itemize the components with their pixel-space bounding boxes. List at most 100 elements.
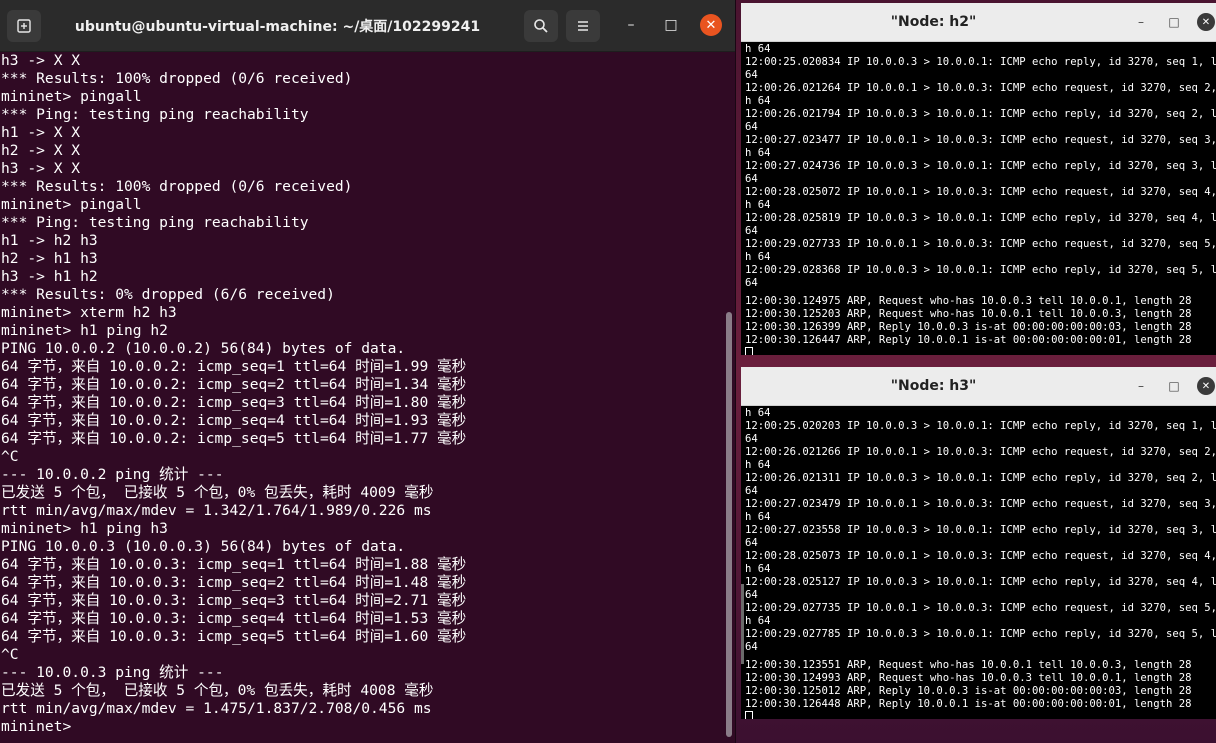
terminal-prompt-line: mininet> — [1, 718, 81, 735]
terminal-line: *** Results: 100% dropped (0/6 received) — [1, 70, 353, 87]
xterm-h3-output[interactable]: h 64 12:00:25.020203 IP 10.0.0.3 > 10.0.0… — [745, 407, 1216, 719]
terminal-line: *** Ping: testing ping reachability — [1, 106, 309, 123]
tcpdump-icmp-line: 64 — [745, 173, 758, 185]
terminal-line: 已发送 5 个包， 已接收 5 个包，0% 包丢失，耗时 4008 毫秒 — [1, 682, 434, 699]
tcpdump-icmp-line: 12:00:27.024736 IP 10.0.0.3 > 10.0.0.1: … — [745, 160, 1216, 172]
tcpdump-icmp-line: 64 — [745, 121, 758, 133]
menu-button[interactable] — [566, 10, 600, 42]
terminal-line: h1 -> h2 h3 — [1, 232, 98, 249]
terminal-titlebar[interactable]: ubuntu@ubuntu-virtual-machine: ~/桌面/1022… — [0, 0, 735, 52]
terminal-line: h3 -> h1 h2 — [1, 268, 98, 285]
terminal-line: h1 -> X X — [1, 124, 81, 141]
terminal-line: rtt min/avg/max/mdev = 1.475/1.837/2.708… — [1, 700, 432, 717]
gnome-terminal-window[interactable]: ubuntu@ubuntu-virtual-machine: ~/桌面/1022… — [0, 0, 736, 743]
tcpdump-arp-line: 12:00:30.124975 ARP, Request who-has 10.… — [745, 295, 1192, 307]
xterm-node-h2-window[interactable]: "Node: h2" – □ ✕ h 64 12:00:25.020834 IP … — [741, 3, 1216, 355]
xterm-h2-maximize-button[interactable]: □ — [1165, 13, 1183, 31]
xterm-h2-output[interactable]: h 64 12:00:25.020834 IP 10.0.0.3 > 10.0.0… — [745, 43, 1216, 355]
terminal-line: mininet> xterm h2 h3 — [1, 304, 177, 321]
tcpdump-arp-line: 12:00:30.124993 ARP, Request who-has 10.… — [745, 672, 1192, 684]
terminal-line: h3 -> X X — [1, 160, 81, 177]
terminal-line: 64 字节，来自 10.0.0.3: icmp_seq=4 ttl=64 时间=… — [1, 610, 467, 627]
tcpdump-icmp-line: h 64 — [745, 43, 771, 55]
tcpdump-icmp-line: 12:00:25.020203 IP 10.0.0.3 > 10.0.0.1: … — [745, 420, 1216, 432]
terminal-line: ^C — [1, 646, 19, 663]
tcpdump-arp-line: 12:00:30.126447 ARP, Reply 10.0.0.1 is-a… — [745, 334, 1192, 346]
terminal-output[interactable]: h3 -> X X *** Results: 100% dropped (0/6 … — [0, 52, 722, 743]
tcpdump-icmp-line: 64 — [745, 433, 758, 445]
tcpdump-icmp-line: 12:00:26.021264 IP 10.0.0.1 > 10.0.0.3: … — [745, 82, 1216, 94]
tcpdump-icmp-line: 12:00:28.025127 IP 10.0.0.3 > 10.0.0.1: … — [745, 576, 1216, 588]
xterm-h3-scrollbar[interactable] — [741, 584, 744, 664]
xterm-h3-minimize-button[interactable]: – — [1132, 377, 1150, 395]
xterm-h3-maximize-button[interactable]: □ — [1165, 377, 1183, 395]
terminal-line: --- 10.0.0.2 ping 统计 --- — [1, 466, 224, 483]
terminal-line: mininet> pingall — [1, 196, 142, 213]
close-button[interactable]: ✕ — [700, 14, 722, 36]
tcpdump-arp-line: 12:00:30.123551 ARP, Request who-has 10.… — [745, 659, 1192, 671]
tcpdump-icmp-line: h 64 — [745, 511, 771, 523]
tcpdump-icmp-line: 12:00:29.028368 IP 10.0.0.3 > 10.0.0.1: … — [745, 264, 1216, 276]
new-tab-icon — [17, 19, 31, 33]
terminal-line: 64 字节，来自 10.0.0.2: icmp_seq=4 ttl=64 时间=… — [1, 412, 467, 429]
xterm-cursor-line — [745, 711, 1216, 719]
terminal-scrollbar[interactable] — [726, 312, 732, 737]
tcpdump-icmp-line: 12:00:29.027735 IP 10.0.0.1 > 10.0.0.3: … — [745, 602, 1216, 614]
terminal-line: *** Ping: testing ping reachability — [1, 214, 309, 231]
terminal-line: mininet> h1 ping h3 — [1, 520, 168, 537]
terminal-line: *** Results: 0% dropped (6/6 received) — [1, 286, 335, 303]
tcpdump-icmp-line: h 64 — [745, 615, 771, 627]
terminal-line: h2 -> X X — [1, 142, 81, 159]
terminal-line: *** Results: 100% dropped (0/6 received) — [1, 178, 353, 195]
terminal-line: 64 字节，来自 10.0.0.2: icmp_seq=3 ttl=64 时间=… — [1, 394, 467, 411]
tcpdump-icmp-line: 12:00:28.025073 IP 10.0.0.1 > 10.0.0.3: … — [745, 550, 1216, 562]
terminal-line: PING 10.0.0.3 (10.0.0.3) 56(84) bytes of… — [1, 538, 406, 555]
tcpdump-arp-line: 12:00:30.126399 ARP, Reply 10.0.0.3 is-a… — [745, 321, 1192, 333]
tcpdump-icmp-line: 64 — [745, 589, 758, 601]
terminal-line: h3 -> X X — [1, 52, 81, 69]
tcpdump-icmp-line: 12:00:26.021311 IP 10.0.0.3 > 10.0.0.1: … — [745, 472, 1216, 484]
tcpdump-icmp-line: 12:00:25.020834 IP 10.0.0.3 > 10.0.0.1: … — [745, 56, 1216, 68]
terminal-line: 64 字节，来自 10.0.0.2: icmp_seq=5 ttl=64 时间=… — [1, 430, 467, 447]
terminal-line: mininet> pingall — [1, 88, 142, 105]
search-button[interactable] — [524, 10, 558, 42]
xterm-h2-titlebar[interactable]: "Node: h2" – □ ✕ — [741, 3, 1216, 42]
tcpdump-arp-line: 12:00:30.125012 ARP, Reply 10.0.0.3 is-a… — [745, 685, 1192, 697]
xterm-h3-titlebar[interactable]: "Node: h3" – □ ✕ — [741, 367, 1216, 406]
minimize-button[interactable]: – — [620, 14, 642, 36]
xterm-h3-title: "Node: h3" — [890, 378, 977, 394]
tcpdump-icmp-line: 64 — [745, 69, 758, 81]
terminal-line: 64 字节，来自 10.0.0.2: icmp_seq=1 ttl=64 时间=… — [1, 358, 467, 375]
terminal-line: 64 字节，来自 10.0.0.3: icmp_seq=3 ttl=64 时间=… — [1, 592, 467, 609]
tcpdump-icmp-line: 12:00:27.023479 IP 10.0.0.1 > 10.0.0.3: … — [745, 498, 1216, 510]
terminal-line: 64 字节，来自 10.0.0.2: icmp_seq=2 ttl=64 时间=… — [1, 376, 467, 393]
tcpdump-icmp-line: 64 — [745, 537, 758, 549]
tcpdump-icmp-line: h 64 — [745, 147, 771, 159]
terminal-title: ubuntu@ubuntu-virtual-machine: ~/桌面/1022… — [74, 18, 481, 35]
tcpdump-icmp-line: 12:00:28.025819 IP 10.0.0.3 > 10.0.0.1: … — [745, 212, 1216, 224]
tcpdump-icmp-line: 12:00:27.023477 IP 10.0.0.1 > 10.0.0.3: … — [745, 134, 1216, 146]
xterm-h3-close-button[interactable]: ✕ — [1197, 377, 1215, 395]
maximize-button[interactable]: □ — [660, 14, 682, 36]
xterm-h2-close-button[interactable]: ✕ — [1197, 13, 1215, 31]
hamburger-menu-icon — [578, 21, 588, 31]
terminal-line: ^C — [1, 448, 19, 465]
terminal-line: h2 -> h1 h3 — [1, 250, 98, 267]
tcpdump-icmp-line: h 64 — [745, 563, 771, 575]
tcpdump-arp-line: 12:00:30.125203 ARP, Request who-has 10.… — [745, 308, 1192, 320]
tcpdump-icmp-line: h 64 — [745, 407, 771, 419]
tcpdump-icmp-line: h 64 — [745, 199, 771, 211]
terminal-line: 已发送 5 个包， 已接收 5 个包，0% 包丢失，耗时 4009 毫秒 — [1, 484, 434, 501]
tcpdump-icmp-line: h 64 — [745, 95, 771, 107]
xterm-h2-minimize-button[interactable]: – — [1132, 13, 1150, 31]
cursor-icon — [745, 711, 753, 719]
xterm-node-h3-window[interactable]: "Node: h3" – □ ✕ h 64 12:00:25.020203 IP … — [741, 367, 1216, 719]
xterm-cursor-line — [745, 347, 1216, 355]
tcpdump-icmp-line: 64 — [745, 641, 758, 653]
tcpdump-icmp-line: 12:00:29.027785 IP 10.0.0.3 > 10.0.0.1: … — [745, 628, 1216, 640]
tcpdump-icmp-line: 64 — [745, 225, 758, 237]
tcpdump-icmp-line: 12:00:29.027733 IP 10.0.0.1 > 10.0.0.3: … — [745, 238, 1216, 250]
new-tab-button[interactable] — [7, 10, 41, 42]
terminal-line: 64 字节，来自 10.0.0.3: icmp_seq=1 ttl=64 时间=… — [1, 556, 467, 573]
terminal-line: --- 10.0.0.3 ping 统计 --- — [1, 664, 224, 681]
